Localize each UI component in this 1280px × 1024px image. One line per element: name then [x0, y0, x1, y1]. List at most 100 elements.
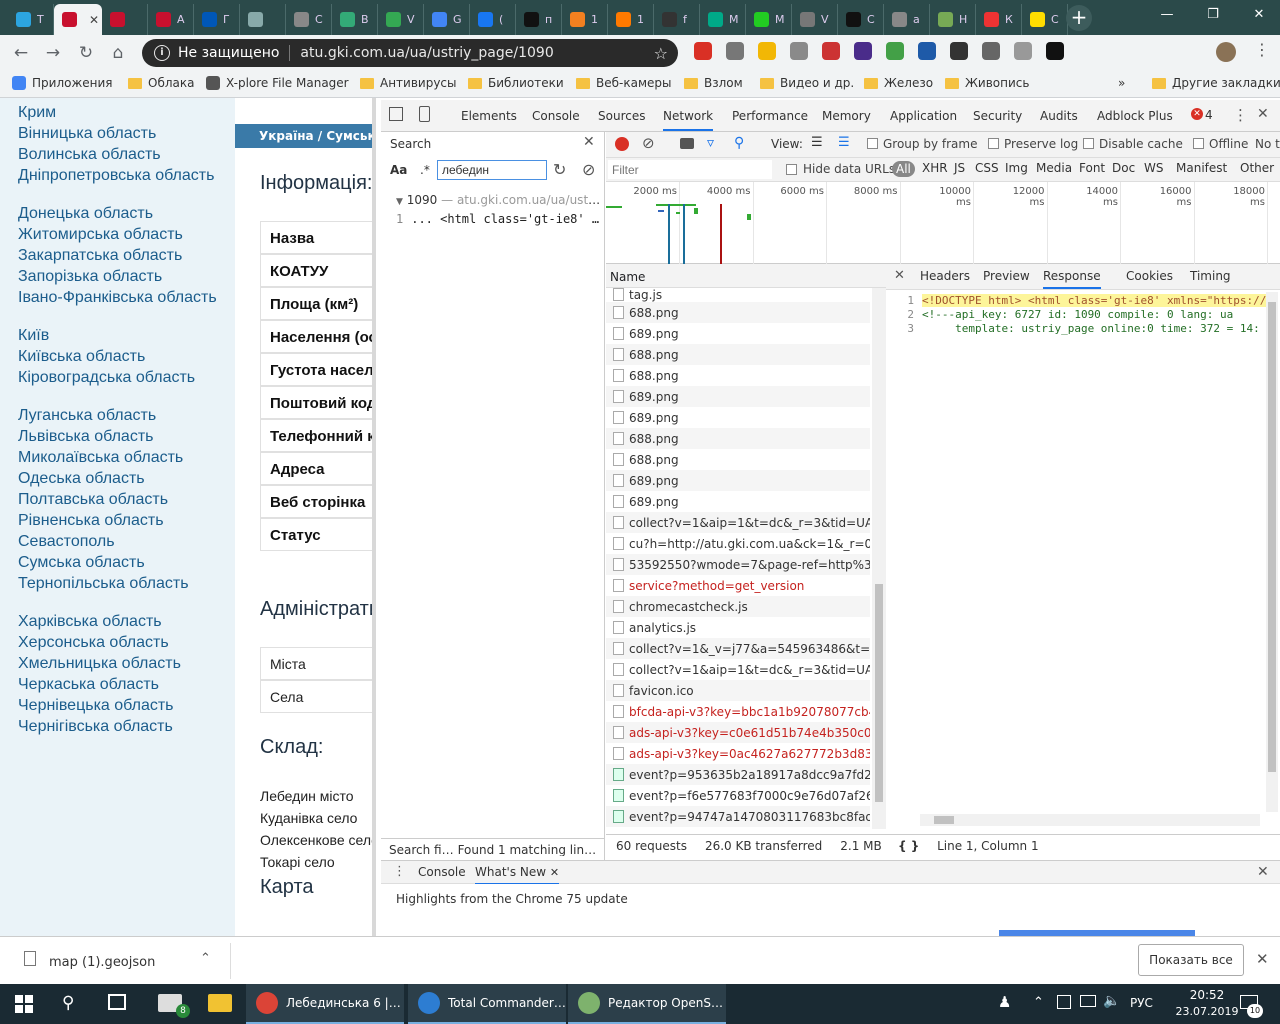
request-row[interactable]: service?method=get_version	[606, 575, 870, 596]
show-all-downloads-button[interactable]: Показать все	[1138, 944, 1244, 976]
offline-checkbox[interactable]	[1193, 138, 1204, 149]
request-row[interactable]: 688.png	[606, 344, 870, 365]
group-by-frame-checkbox[interactable]	[867, 138, 878, 149]
windows-start-icon[interactable]	[15, 995, 33, 1013]
browser-tab[interactable]	[240, 4, 286, 35]
request-row[interactable]: 688.png	[606, 302, 870, 323]
request-row[interactable]: event?p=953635b2a18917a8dcc9a7fd2a56bb	[606, 764, 870, 785]
search-icon[interactable]: ⚲	[734, 135, 744, 151]
response-hscrollbar[interactable]	[920, 814, 1260, 826]
expand-triangle-icon[interactable]: ▼	[396, 197, 403, 207]
record-icon[interactable]	[615, 137, 629, 151]
browser-tab[interactable]: Н	[930, 4, 976, 35]
name-column-header[interactable]: Name	[606, 264, 886, 288]
browser-tab[interactable]: f	[654, 4, 700, 35]
request-row[interactable]: 689.png	[606, 386, 870, 407]
menu-kebab-icon[interactable]: ⋮	[1254, 40, 1270, 59]
search-result-file[interactable]: ▼ 1090 — atu.gki.com.ua/ua/ustriy_pag...	[396, 193, 604, 207]
browser-tab[interactable]: К	[976, 4, 1022, 35]
region-link[interactable]: Запорізька область	[18, 268, 233, 286]
hide-data-urls-checkbox[interactable]	[786, 164, 797, 175]
extension-icon[interactable]	[886, 42, 904, 60]
taskbar-app[interactable]: Total Commander ...	[408, 984, 566, 1024]
region-link[interactable]: Рівненська область	[18, 512, 233, 530]
admin-row-label[interactable]: Міста	[260, 647, 376, 680]
request-row[interactable]: 689.png	[606, 470, 870, 491]
region-link[interactable]: Луганська область	[18, 407, 233, 425]
search-result-line[interactable]: 1 ... <html class='gt-ie8' xmlns="htt...	[396, 212, 604, 226]
breadcrumb[interactable]: Україна / Сумська о	[235, 124, 376, 148]
region-link[interactable]: Черкаська область	[18, 676, 233, 694]
devtools-menu-icon[interactable]: ⋮	[1233, 106, 1248, 124]
browser-tab[interactable]: G	[424, 4, 470, 35]
extension-icon[interactable]	[1014, 42, 1032, 60]
browser-tab[interactable]: M	[746, 4, 792, 35]
region-link[interactable]: Севастополь	[18, 533, 233, 551]
bookmark-item[interactable]: X-plore File Manager	[206, 76, 349, 90]
type-filter-ws[interactable]: WS	[1144, 161, 1163, 175]
search-icon[interactable]: ⚲	[62, 993, 74, 1013]
type-filter-all[interactable]: All	[892, 161, 915, 177]
browser-tab[interactable]: В	[332, 4, 378, 35]
clear-search-icon[interactable]: ⊘	[582, 160, 595, 179]
region-link[interactable]: Сумська область	[18, 554, 233, 572]
devtools-tab[interactable]: Adblock Plus	[1097, 109, 1173, 123]
error-icon[interactable]: ✕	[1191, 108, 1203, 120]
throttling-select[interactable]: No t	[1255, 137, 1280, 151]
bookmark-item[interactable]: Библиотеки	[468, 76, 564, 90]
device-toolbar-icon[interactable]	[419, 106, 430, 122]
close-search-icon[interactable]: ✕	[583, 134, 595, 150]
browser-tab[interactable]: 1	[608, 4, 654, 35]
type-filter-css[interactable]: CSS	[975, 161, 999, 175]
region-link[interactable]: Харківська область	[18, 613, 233, 631]
devtools-tab[interactable]: Audits	[1040, 109, 1078, 123]
bookmark-item[interactable]: Другие закладки	[1152, 76, 1280, 90]
browser-tab[interactable]	[102, 4, 148, 35]
file-explorer-icon[interactable]	[208, 994, 232, 1012]
browser-tab[interactable]: Т	[8, 4, 54, 35]
request-row[interactable]: ads-api-v3?key=0ac4627a627772b3d8376414	[606, 743, 870, 764]
settlement-link[interactable]: Куданівка село	[260, 810, 357, 826]
network-icon[interactable]	[1080, 995, 1096, 1007]
bookmark-star-icon[interactable]: ☆	[654, 44, 668, 63]
request-row[interactable]: analytics.js	[606, 617, 870, 638]
extension-icon[interactable]	[918, 42, 936, 60]
browser-tab[interactable]: Г	[194, 4, 240, 35]
region-link[interactable]: Тернопільська область	[18, 575, 233, 593]
extension-icon[interactable]	[950, 42, 968, 60]
request-row[interactable]: tag.js	[606, 288, 870, 302]
type-filter-manifest[interactable]: Manifest	[1176, 161, 1227, 175]
browser-tab[interactable]: С	[1022, 4, 1068, 35]
request-row[interactable]: 53592550?wmode=7&page-ref=http%3A%2F	[606, 554, 870, 575]
drawer-menu-icon[interactable]: ⋮	[393, 864, 406, 879]
bookmarks-more-button[interactable]: »	[1118, 76, 1125, 90]
close-devtools-icon[interactable]: ✕	[1257, 106, 1269, 122]
response-scrollbar[interactable]	[1266, 292, 1278, 812]
close-tab-icon[interactable]: ✕	[550, 866, 559, 879]
page-scrollbar[interactable]	[372, 98, 376, 936]
filter-funnel-icon[interactable]: ▿	[707, 135, 714, 151]
request-row[interactable]: event?p=94747a1470803117683bc8fad40ce2	[606, 806, 870, 827]
preserve-log-checkbox[interactable]	[988, 138, 999, 149]
forward-button[interactable]: →	[40, 41, 66, 65]
region-link[interactable]: Херсонська область	[18, 634, 233, 652]
address-bar[interactable]: i Не защищено atu.gki.com.ua/ua/ustriy_p…	[142, 39, 678, 67]
devtools-tab[interactable]: Sources	[598, 109, 645, 123]
browser-tab[interactable]: а	[884, 4, 930, 35]
bookmark-item[interactable]: Взлом	[684, 76, 743, 90]
settlement-link[interactable]: Лебедин місто	[260, 788, 354, 804]
detail-tab-cookies[interactable]: Cookies	[1126, 269, 1173, 283]
download-file-name[interactable]: map (1).geojson	[49, 955, 155, 970]
extension-icon[interactable]	[1046, 42, 1064, 60]
browser-tab[interactable]: 1	[562, 4, 608, 35]
devtools-tab[interactable]: Memory	[822, 109, 871, 123]
back-button[interactable]: ←	[8, 41, 34, 65]
request-row[interactable]: 689.png	[606, 323, 870, 344]
reload-button[interactable]: ↻	[73, 41, 99, 65]
browser-tab[interactable]: С	[286, 4, 332, 35]
scroll-thumb[interactable]	[934, 816, 954, 824]
request-row[interactable]: bfcda-api-v3?key=bbc1a1b92078077cb4a3aa	[606, 701, 870, 722]
browser-tab[interactable]: п	[516, 4, 562, 35]
request-row[interactable]: ads-api-v3?key=c0e61d51b74e4b350c005a27	[606, 722, 870, 743]
disable-cache-checkbox[interactable]	[1083, 138, 1094, 149]
